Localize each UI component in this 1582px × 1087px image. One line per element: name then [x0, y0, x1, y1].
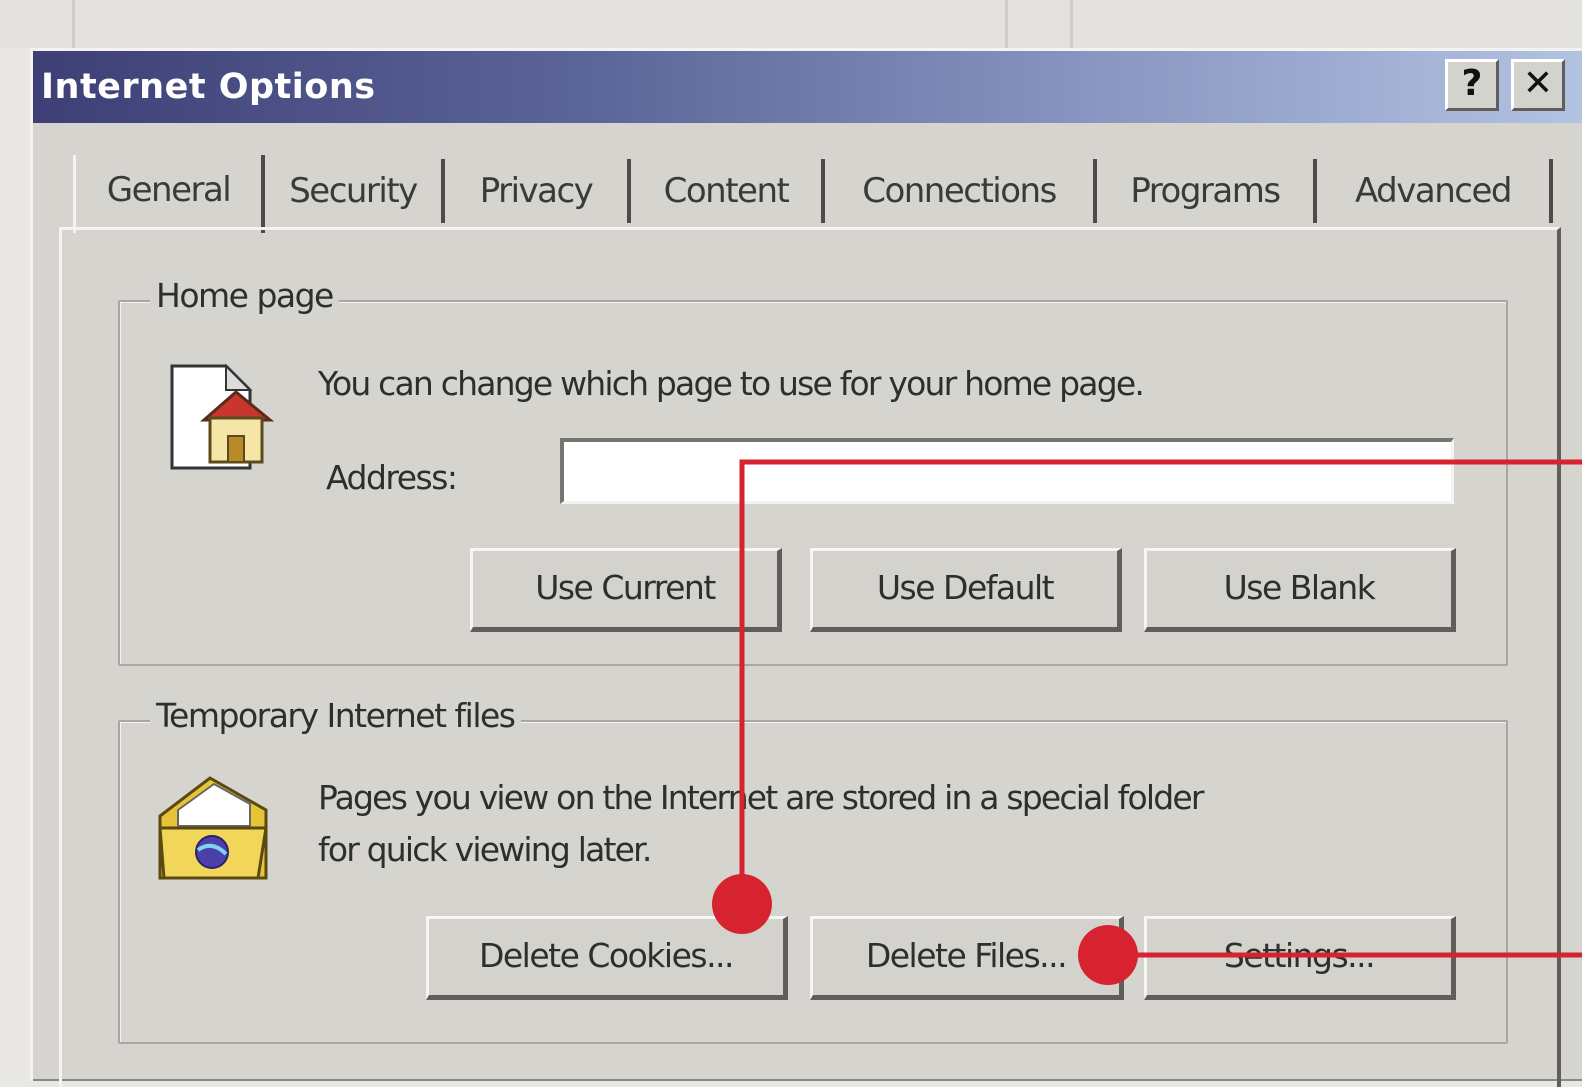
close-button[interactable]: ✕ — [1511, 59, 1565, 111]
internet-options-dialog: Internet Options ? ✕ General Security Pr… — [30, 48, 1582, 1087]
tab-general[interactable]: General — [73, 155, 265, 233]
temp-internet-files-folder-icon — [158, 776, 268, 880]
tab-advanced[interactable]: Advanced — [1317, 159, 1553, 223]
background-divider — [72, 0, 75, 48]
home-page-group: Home page You can change which page to u… — [118, 276, 1508, 666]
tab-privacy[interactable]: Privacy — [445, 159, 631, 223]
tab-programs[interactable]: Programs — [1097, 159, 1317, 223]
temp-files-description-line2: for quick viewing later. — [318, 830, 652, 869]
use-default-button[interactable]: Use Default — [810, 548, 1122, 632]
settings-button[interactable]: Settings... — [1144, 916, 1456, 1000]
general-tab-panel: Home page You can change which page to u… — [59, 227, 1561, 1087]
temp-files-description-line1: Pages you view on the Internet are store… — [318, 778, 1204, 817]
help-icon: ? — [1461, 63, 1483, 104]
help-button[interactable]: ? — [1445, 59, 1499, 111]
use-current-button[interactable]: Use Current — [470, 548, 782, 632]
home-page-legend: Home page — [150, 276, 339, 315]
temp-internet-files-group: Temporary Internet files Pages you view … — [118, 696, 1508, 1044]
home-page-icon — [170, 363, 275, 470]
tab-security[interactable]: Security — [265, 159, 445, 223]
address-label: Address: — [326, 458, 458, 497]
background-divider — [1070, 0, 1073, 48]
tab-content[interactable]: Content — [631, 159, 825, 223]
title-bar[interactable]: Internet Options ? ✕ — [33, 51, 1582, 123]
delete-files-button[interactable]: Delete Files... — [810, 916, 1124, 1000]
close-icon: ✕ — [1522, 63, 1554, 104]
delete-cookies-button[interactable]: Delete Cookies... — [426, 916, 788, 1000]
background-page-strip — [0, 0, 1582, 48]
tab-connections[interactable]: Connections — [825, 159, 1097, 223]
window-title: Internet Options — [41, 67, 376, 107]
home-page-description: You can change which page to use for you… — [318, 364, 1145, 403]
background-divider — [1005, 0, 1008, 48]
address-input[interactable] — [560, 438, 1454, 504]
use-blank-button[interactable]: Use Blank — [1144, 548, 1456, 632]
temp-internet-files-legend: Temporary Internet files — [150, 696, 521, 735]
